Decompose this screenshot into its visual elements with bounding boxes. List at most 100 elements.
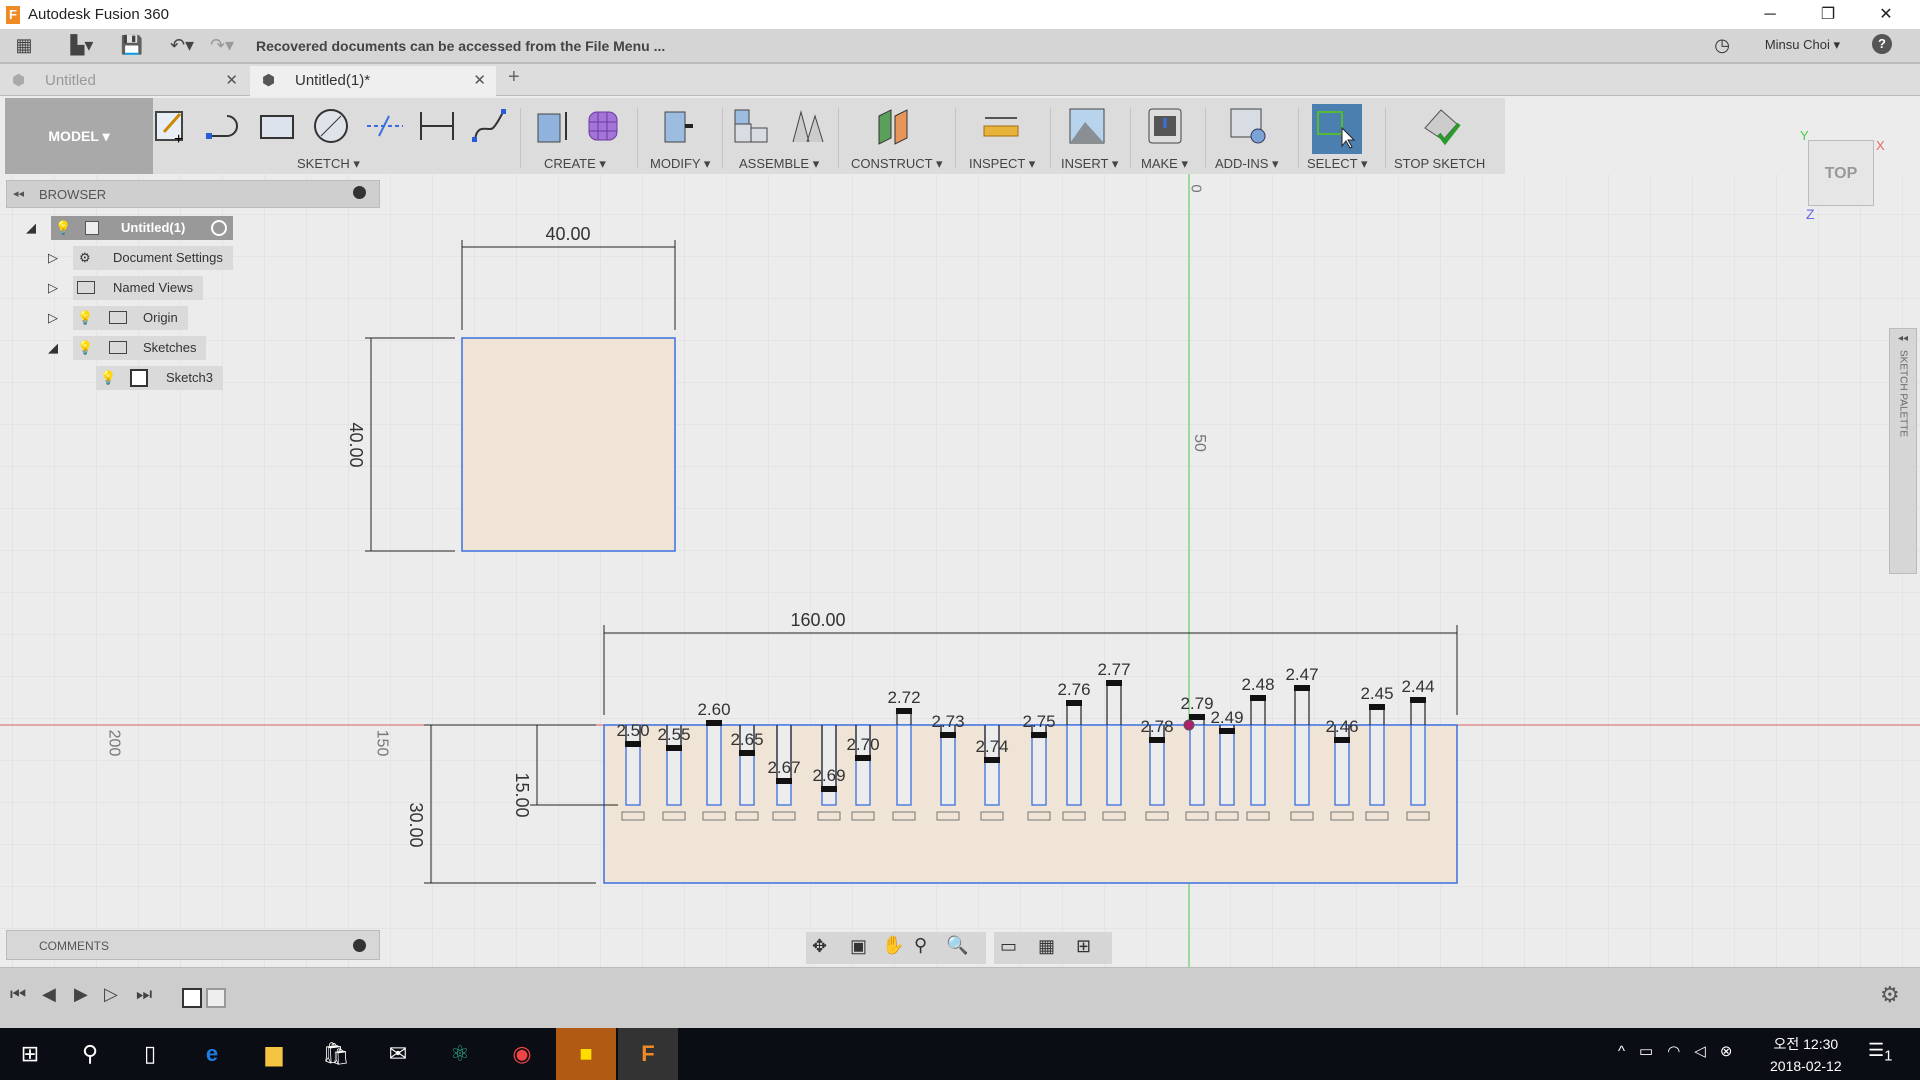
tree-item-sketch3[interactable]: 💡 Sketch3	[96, 366, 223, 390]
start-windows-icon[interactable]: ⊞	[0, 1028, 60, 1080]
close-tab-icon[interactable]: ✕	[225, 66, 238, 96]
viewcube-face-top[interactable]: TOP	[1825, 165, 1858, 182]
timeline-sketch-feature-icon[interactable]	[182, 988, 202, 1008]
circle-icon[interactable]	[311, 106, 351, 146]
create-sketch-icon[interactable]: +	[150, 106, 190, 146]
tree-item-named-views[interactable]: Named Views	[73, 276, 203, 300]
kakaotalk-icon[interactable]: ■	[556, 1028, 616, 1080]
display-settings-icon[interactable]: ▭	[1000, 936, 1017, 957]
redo-icon[interactable]: ↷▾	[206, 35, 238, 56]
comments-panel[interactable]: COMMENTS	[6, 930, 380, 960]
extrude-icon[interactable]	[532, 106, 572, 146]
collapse-browser-icon[interactable]: ◂◂	[13, 187, 24, 200]
3d-print-icon[interactable]	[1145, 106, 1185, 146]
tree-root-untitled[interactable]: 💡 Untitled(1)	[51, 216, 233, 240]
stop-sketch-icon[interactable]	[1421, 106, 1461, 146]
select-button[interactable]	[1312, 104, 1362, 154]
tree-item-document-settings[interactable]: ⚙ Document Settings	[73, 246, 233, 270]
close-button[interactable]: ✕	[1857, 0, 1915, 29]
task-view-icon[interactable]: ▯	[120, 1028, 180, 1080]
construction-line-icon[interactable]	[365, 106, 405, 146]
atom-app-icon[interactable]: ⚛	[430, 1028, 490, 1080]
browser-pin-icon[interactable]	[353, 186, 366, 199]
store-icon[interactable]: 🛍	[306, 1028, 366, 1080]
measure-icon[interactable]	[981, 106, 1021, 146]
make-menu[interactable]: MAKE ▾	[1141, 156, 1188, 172]
zoom-icon[interactable]: ⚲	[914, 935, 927, 956]
construct-plane-icon[interactable]	[873, 106, 913, 146]
action-center-icon[interactable]: ☰1	[1868, 1040, 1892, 1065]
file-explorer-icon[interactable]: ▆	[244, 1028, 304, 1080]
undo-icon[interactable]: ↶▾	[166, 35, 198, 56]
dimension-icon[interactable]	[417, 106, 457, 146]
save-icon[interactable]: 💾	[116, 35, 148, 56]
new-tab-button[interactable]: +	[508, 66, 520, 89]
spline-icon[interactable]	[469, 106, 509, 146]
system-tray-icons[interactable]: ^▭◠◁⊗	[1618, 1042, 1746, 1060]
expand-arrow-icon[interactable]: ▷	[48, 276, 58, 300]
step-back-icon[interactable]: ◀	[42, 984, 56, 1005]
file-menu-icon[interactable]: ▙▾	[66, 35, 98, 56]
tree-item-origin[interactable]: 💡 Origin	[73, 306, 188, 330]
lightbulb-icon[interactable]: 💡	[55, 216, 71, 240]
chrome-icon[interactable]: ◉	[492, 1028, 552, 1080]
inspect-menu[interactable]: INSPECT ▾	[969, 156, 1035, 172]
joint-icon[interactable]	[787, 106, 827, 146]
modify-menu[interactable]: MODIFY ▾	[650, 156, 710, 172]
sketch-menu[interactable]: SKETCH ▾	[297, 156, 360, 172]
addins-menu[interactable]: ADD-INS ▾	[1215, 156, 1279, 172]
go-to-start-icon[interactable]: ⏮	[10, 984, 26, 1005]
help-icon[interactable]: ?	[1872, 34, 1892, 54]
construct-menu[interactable]: CONSTRUCT ▾	[851, 156, 943, 172]
minimize-button[interactable]: ─	[1741, 0, 1799, 29]
lightbulb-icon[interactable]: 💡	[100, 366, 116, 390]
activate-radio-icon[interactable]	[211, 220, 227, 236]
fit-icon[interactable]: 🔍	[946, 935, 968, 956]
scripts-addins-icon[interactable]	[1228, 106, 1268, 146]
select-menu[interactable]: SELECT ▾	[1307, 156, 1367, 172]
search-icon[interactable]: ⚲	[60, 1028, 120, 1080]
clock[interactable]: 오전 12:30 2018-02-12	[1770, 1034, 1842, 1074]
assemble-menu[interactable]: ASSEMBLE ▾	[739, 156, 819, 172]
expand-arrow-icon[interactable]: ▷	[48, 246, 58, 270]
sketch-palette-collapsed[interactable]: ◂◂ SKETCH PALETTE	[1889, 328, 1917, 574]
orbit-icon[interactable]: ✥	[812, 936, 827, 957]
job-status-icon[interactable]: ◷	[1714, 35, 1730, 56]
pan-icon[interactable]: ✋	[882, 935, 904, 956]
timeline-sketch-feature-icon[interactable]	[206, 988, 226, 1008]
user-menu[interactable]: Minsu Choi ▾	[1765, 37, 1840, 53]
line-icon[interactable]	[203, 106, 243, 146]
lightbulb-icon[interactable]: 💡	[77, 306, 93, 330]
insert-image-icon[interactable]	[1067, 106, 1107, 146]
go-to-end-icon[interactable]: ⏭	[136, 984, 152, 1005]
viewports-icon[interactable]: ⊞	[1076, 936, 1091, 957]
collapse-arrow-icon[interactable]: ◢	[48, 336, 58, 360]
new-component-icon[interactable]	[731, 106, 771, 146]
create-menu[interactable]: CREATE ▾	[544, 156, 606, 172]
insert-menu[interactable]: INSERT ▾	[1061, 156, 1118, 172]
workspace-switcher[interactable]: MODEL ▾	[5, 98, 153, 174]
mail-icon[interactable]: ✉	[368, 1028, 428, 1080]
tab-untitled[interactable]: ⬢ Untitled ✕	[0, 66, 248, 96]
app-grid-icon[interactable]: ▦	[8, 35, 40, 56]
collapse-arrow-icon[interactable]: ◢	[26, 216, 36, 240]
timeline-settings-gear-icon[interactable]: ⚙	[1880, 982, 1900, 1008]
viewcube[interactable]: TOP	[1808, 140, 1874, 206]
add-comment-icon[interactable]	[353, 939, 366, 952]
look-at-icon[interactable]: ▣	[850, 936, 867, 957]
restore-button[interactable]: ❐	[1799, 0, 1857, 29]
fusion360-taskbar-icon[interactable]: F	[618, 1028, 678, 1080]
step-forward-icon[interactable]: ▷	[104, 984, 118, 1005]
rectangle-icon[interactable]	[257, 106, 297, 146]
expand-icon[interactable]: ◂◂	[1890, 333, 1916, 344]
expand-arrow-icon[interactable]: ▷	[48, 306, 58, 330]
edge-browser-icon[interactable]: e	[182, 1028, 242, 1080]
tab-untitled-1[interactable]: ⬢ Untitled(1)* ✕	[250, 66, 496, 96]
tree-item-sketches[interactable]: 💡 Sketches	[73, 336, 207, 360]
close-tab-icon[interactable]: ✕	[473, 66, 486, 96]
lightbulb-icon[interactable]: 💡	[77, 336, 93, 360]
grid-settings-icon[interactable]: ▦	[1038, 936, 1055, 957]
press-pull-icon[interactable]	[657, 106, 697, 146]
stop-sketch-button[interactable]: STOP SKETCH	[1394, 156, 1485, 171]
form-icon[interactable]	[585, 106, 625, 146]
